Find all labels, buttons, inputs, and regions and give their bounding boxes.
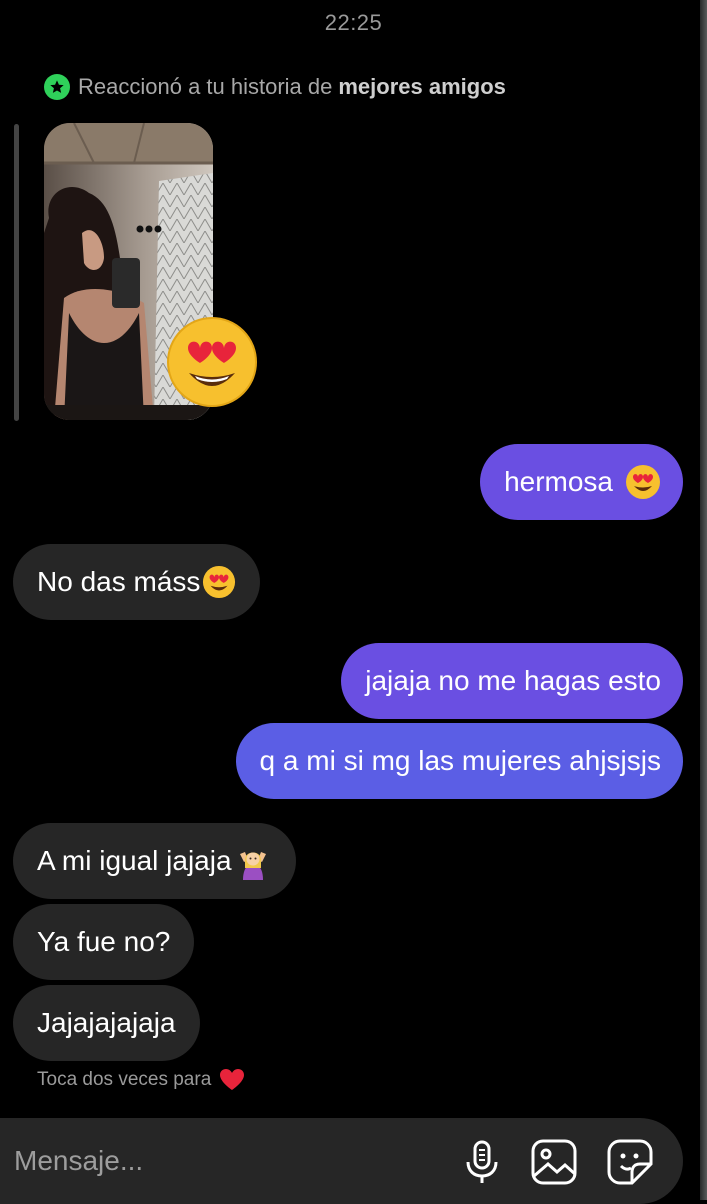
message-bubble-received[interactable]: Ya fue no? — [13, 904, 195, 980]
message-input[interactable] — [14, 1140, 434, 1182]
message-text: Jajajajajaja — [37, 1007, 176, 1038]
story-reaction-note: Reaccionó a tu historia de mejores amigo… — [44, 74, 506, 100]
message-composer — [0, 1118, 683, 1204]
message-bubble-sent[interactable]: hermosa — [480, 444, 683, 520]
sticker-icon[interactable] — [606, 1138, 654, 1186]
message-bubble-received[interactable]: No das máss — [13, 544, 261, 620]
close-friends-label: mejores amigos — [338, 74, 506, 99]
heart-eyes-icon — [626, 465, 660, 499]
message-bubble-received[interactable]: A mi igual jajaja — [13, 823, 296, 899]
message-text: hermosa — [504, 466, 613, 497]
microphone-icon[interactable] — [458, 1138, 506, 1186]
close-friends-star-icon — [44, 74, 70, 100]
message-text: A mi igual jajaja — [37, 845, 232, 876]
shrugging-woman-icon — [239, 852, 266, 880]
message-timestamp: 22:25 — [324, 10, 383, 35]
hint-text: Toca dos veces para — [37, 1069, 212, 1090]
photo-gallery-icon[interactable] — [530, 1138, 578, 1186]
double-tap-hint: Toca dos veces para — [37, 1068, 245, 1092]
message-text: No das máss — [37, 566, 201, 597]
window-edge — [700, 0, 707, 1200]
message-text: q a mi si mg las mujeres ahjsjsjs — [259, 745, 661, 776]
message-text: Ya fue no? — [37, 926, 171, 957]
story-reaction-text: Reaccionó a tu historia de — [78, 74, 333, 99]
heart-eyes-reaction-icon — [167, 317, 257, 407]
message-bubble-received[interactable]: Jajajajajaja — [13, 985, 200, 1061]
red-heart-icon — [220, 1069, 245, 1090]
message-bubble-sent[interactable]: jajaja no me hagas esto — [341, 643, 683, 719]
heart-eyes-icon — [203, 565, 236, 599]
story-reply-bar — [14, 124, 19, 421]
message-bubble-sent[interactable]: q a mi si mg las mujeres ahjsjsjs — [235, 723, 683, 799]
message-text: jajaja no me hagas esto — [365, 665, 661, 696]
